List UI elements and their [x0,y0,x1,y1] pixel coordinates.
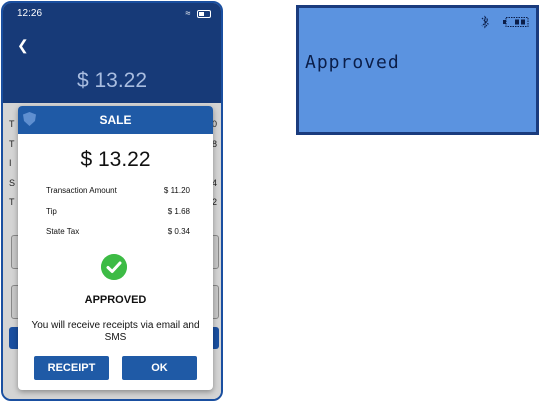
modal-title: SALE [99,113,132,127]
receipt-button[interactable]: RECEIPT [34,356,109,380]
battery-icon [197,9,211,18]
status-bar: 12:26 ≈ [3,3,221,25]
receipt-message: You will receive receipts via email and … [31,320,200,343]
detail-value: $ 1.68 [167,207,190,216]
detail-value: $ 0.34 [167,227,190,236]
bg-row-label: I [9,158,12,168]
wifi-icon: ≈ [185,8,193,18]
app-header: ❮ $ 13.22 [3,25,221,103]
sale-modal: SALE $ 13.22 Transaction Amount $ 11.20 … [18,106,213,390]
sale-amount: $ 13.22 [80,148,151,171]
header-amount: $ 13.22 [76,69,148,92]
phone-screen: 12:26 ≈ ❮ $ 13.22 T 0 T 8 I S 4 T 2 SALE… [1,1,223,401]
status-icons: ≈ [186,8,211,18]
checkmark-icon [101,254,127,280]
detail-value: $ 11.20 [163,186,190,195]
status-time: 12:26 [17,8,43,19]
bg-row-label: T [9,119,15,129]
approved-status: APPROVED [84,294,147,306]
detail-label: Tip [46,207,57,216]
back-chevron-icon[interactable]: ❮ [17,37,29,54]
ok-button[interactable]: OK [122,356,197,380]
detail-label: Transaction Amount [46,186,117,195]
modal-header: SALE [18,106,213,134]
bg-row-label: T [9,139,15,149]
terminal-lcd-display: Approved [296,5,539,135]
bg-row-label: T [9,197,15,207]
battery-icon [503,17,529,27]
lcd-status-text: Approved [305,52,400,73]
detail-label: State Tax [46,227,80,236]
bg-row-label: S [9,178,16,188]
bluetooth-icon [481,15,489,29]
